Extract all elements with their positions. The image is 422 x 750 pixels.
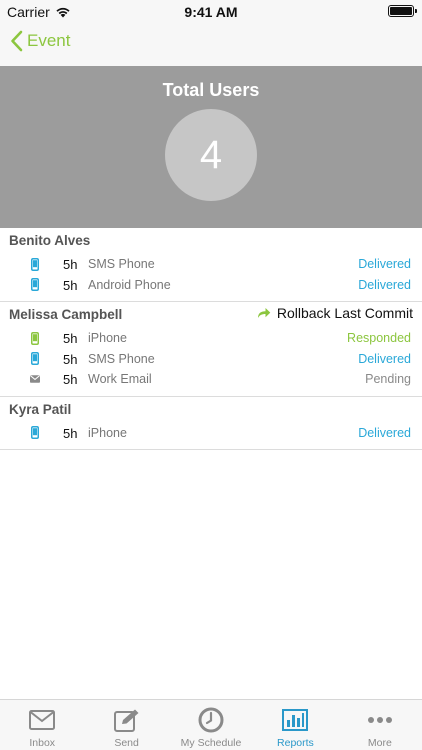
back-label: Event xyxy=(27,31,71,50)
phone-icon xyxy=(30,352,40,366)
tab-label: More xyxy=(367,737,392,749)
device-time: 5h xyxy=(63,277,78,293)
inbox-icon xyxy=(28,707,56,733)
delivery-status: Delivered xyxy=(358,425,411,440)
tab-bar: Inbox Send My Schedule Reports More xyxy=(0,699,422,750)
delivery-status: Delivered xyxy=(358,277,411,292)
device-row[interactable]: 5h Android Phone Delivered xyxy=(0,275,422,296)
user-header: Kyra Patil xyxy=(0,397,422,423)
total-count-value: 4 xyxy=(199,132,223,177)
compose-icon xyxy=(113,707,141,733)
summary-header: Total Users 4 xyxy=(0,66,422,228)
phone-icon xyxy=(30,257,40,271)
phone-icon xyxy=(30,426,40,440)
device-row[interactable]: 5h iPhone Responded xyxy=(0,328,422,349)
user-header: Melissa Campbell Rollback Last Commit xyxy=(0,302,422,328)
device-time: 5h xyxy=(63,351,78,367)
device-name: SMS Phone xyxy=(88,257,155,271)
device-name: iPhone xyxy=(88,425,127,440)
device-time: 5h xyxy=(63,331,78,346)
device-time: 5h xyxy=(63,257,78,272)
envelope-icon xyxy=(30,372,40,386)
device-name: SMS Phone xyxy=(88,351,155,366)
device-time: 5h xyxy=(63,372,78,387)
tab-reports[interactable]: Reports xyxy=(253,700,337,750)
delivery-status: Pending xyxy=(365,372,411,386)
tab-label: Reports xyxy=(277,737,314,749)
user-header: Benito Alves xyxy=(0,228,422,254)
rollback-action-label: Rollback Last Commit xyxy=(276,305,413,321)
tab-label: Inbox xyxy=(29,737,56,749)
chevron-left-icon xyxy=(11,30,23,52)
bar-chart-icon xyxy=(281,707,309,733)
more-icon xyxy=(366,707,394,733)
device-name: Android Phone xyxy=(88,277,171,292)
nav-bar: Event xyxy=(0,24,422,66)
user-list: Benito Alves 5h SMS Phone Delivered 5h Androi… xyxy=(0,228,422,450)
total-count-badge: 4 xyxy=(165,109,257,201)
tab-my-schedule[interactable]: My Schedule xyxy=(169,700,253,750)
tab-more[interactable]: More xyxy=(338,700,422,750)
back-button[interactable]: Event xyxy=(10,30,70,52)
device-row[interactable]: 5h SMS Phone Delivered xyxy=(0,254,422,275)
tab-label: Send xyxy=(114,737,139,749)
device-row[interactable]: 5h SMS Phone Delivered xyxy=(0,349,422,370)
phone-icon xyxy=(30,331,40,345)
delivery-status: Responded xyxy=(347,331,411,345)
status-time: 9:41 AM xyxy=(184,4,238,20)
device-name: Work Email xyxy=(88,372,152,386)
delivery-status: Delivered xyxy=(358,257,411,271)
delivery-status: Delivered xyxy=(358,351,411,366)
user-section: Kyra Patil 5h iPhone Delivered xyxy=(0,397,422,450)
user-name: Benito Alves xyxy=(9,233,91,248)
battery-icon xyxy=(388,5,417,17)
clock-icon xyxy=(197,707,225,733)
device-row[interactable]: 5h Work Email Pending xyxy=(0,369,422,390)
device-row[interactable]: 5h iPhone Delivered xyxy=(0,423,422,444)
status-bar: Carrier 9:41 AM xyxy=(0,0,422,24)
tab-send[interactable]: Send xyxy=(84,700,168,750)
tab-label: My Schedule xyxy=(180,737,242,749)
user-name: Kyra Patil xyxy=(9,401,72,417)
rollback-action-button[interactable]: Rollback Last Commit xyxy=(257,305,413,321)
phone-icon xyxy=(30,278,40,292)
tab-inbox[interactable]: Inbox xyxy=(0,700,84,750)
user-section: Melissa Campbell Rollback Last Commit 5h iP… xyxy=(0,302,422,397)
user-section: Benito Alves 5h SMS Phone Delivered 5h Androi… xyxy=(0,228,422,302)
user-name: Melissa Campbell xyxy=(9,307,123,322)
page-title: Total Users xyxy=(162,80,260,100)
device-name: iPhone xyxy=(88,331,127,345)
reply-arrow-icon xyxy=(257,308,271,318)
device-time: 5h xyxy=(63,425,78,441)
